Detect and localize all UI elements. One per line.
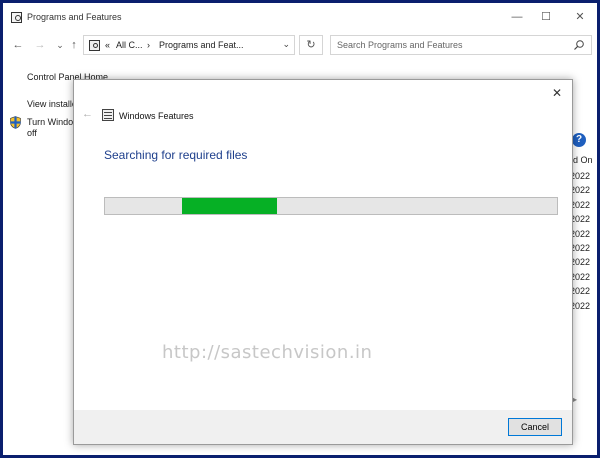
progress-bar	[104, 197, 558, 215]
control-panel-icon	[89, 40, 100, 51]
breadcrumb-all-control-panel[interactable]: All C...	[116, 40, 143, 50]
forward-button[interactable]: →	[33, 37, 47, 53]
dialog-close-button[interactable]: ✕	[548, 85, 566, 101]
status-heading: Searching for required files	[104, 148, 248, 162]
installed-on-cell: 2022	[570, 185, 591, 195]
window-title: Programs and Features	[27, 12, 122, 22]
uac-shield-icon	[10, 116, 21, 129]
turn-windows-features-link-line2[interactable]: off	[27, 128, 37, 138]
programs-window: Programs and Features — ☐ ✕ ← → ⌄ ↑ « Al…	[3, 3, 597, 455]
view-installed-updates-link[interactable]: View installe	[27, 99, 77, 109]
windows-features-dialog: ✕ ← Windows Features Searching for requi…	[73, 79, 573, 445]
installed-on-cell: 2022	[570, 272, 591, 282]
dialog-back-button[interactable]: ←	[82, 108, 93, 120]
installed-on-cell: 2022	[570, 171, 591, 181]
installed-on-cell: 2022	[570, 286, 591, 296]
breadcrumb-separator[interactable]: ›	[147, 40, 150, 50]
watermark-text: http://sastechvision.in	[162, 342, 373, 363]
search-placeholder: Search Programs and Features	[337, 40, 463, 50]
address-row: ← → ⌄ ↑ « All C... › Programs and Feat..…	[3, 33, 597, 57]
installed-on-cell: 2022	[570, 229, 591, 239]
search-input[interactable]: Search Programs and Features	[330, 35, 592, 55]
control-panel-icon	[11, 12, 22, 23]
progress-bar-fill	[182, 198, 277, 214]
turn-windows-features-link[interactable]: Turn Windo	[27, 117, 73, 127]
breadcrumb-programs[interactable]: Programs and Feat...	[159, 40, 244, 50]
installed-on-cell: 2022	[570, 214, 591, 224]
close-button[interactable]: ✕	[570, 9, 590, 25]
back-button[interactable]: ←	[11, 37, 25, 53]
dialog-footer: Cancel	[74, 410, 572, 444]
help-icon[interactable]: ?	[572, 133, 586, 147]
windows-features-icon	[102, 109, 114, 121]
installed-on-cell: 2022	[570, 301, 591, 311]
minimize-button[interactable]: —	[507, 9, 527, 25]
breadcrumb-overflow[interactable]: «	[105, 40, 110, 50]
refresh-button[interactable]: ↻	[299, 35, 323, 55]
search-icon	[574, 40, 584, 50]
maximize-button[interactable]: ☐	[536, 9, 556, 25]
cancel-button[interactable]: Cancel	[508, 418, 562, 436]
address-dropdown-icon[interactable]: ⌄	[282, 39, 290, 50]
installed-on-cell: 2022	[570, 257, 591, 267]
recent-locations-button[interactable]: ⌄	[53, 37, 67, 53]
dialog-title: Windows Features	[119, 111, 194, 121]
address-bar[interactable]: « All C... › Programs and Feat... ⌄	[83, 35, 295, 55]
installed-on-cell: 2022	[570, 243, 591, 253]
title-bar: Programs and Features — ☐ ✕	[3, 3, 597, 31]
up-button[interactable]: ↑	[67, 37, 81, 53]
installed-on-cell: 2022	[570, 200, 591, 210]
